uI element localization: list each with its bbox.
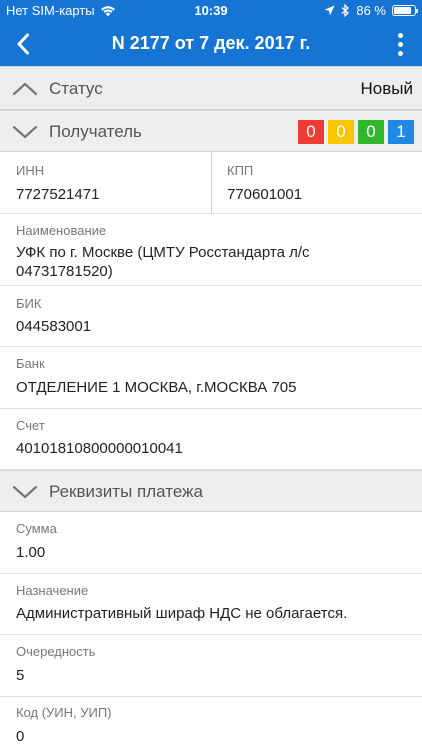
back-button[interactable] (8, 28, 38, 60)
purpose-label: Назначение (16, 583, 89, 598)
name-value: УФК по г. Москве (ЦМТУ Росстандарта л/с … (16, 243, 406, 281)
priority-label: Очередность (16, 644, 96, 659)
purpose-field: Назначение Административный шираф НДС не… (0, 574, 422, 635)
bank-field: Банк ОТДЕЛЕНИЕ 1 МОСКВА, г.МОСКВА 705 (0, 347, 422, 409)
counter-badge: 0 (358, 120, 384, 144)
counter-badge: 0 (328, 120, 354, 144)
chevron-down-icon (12, 125, 38, 139)
purpose-value: Административный шираф НДС не облагается… (16, 605, 348, 622)
status-label: Статус (49, 79, 103, 98)
payment-label: Реквизиты платежа (49, 482, 203, 501)
chevron-left-icon (17, 33, 29, 55)
priority-field: Очередность 5 (0, 635, 422, 697)
payment-section-header[interactable]: Реквизиты платежа (0, 470, 422, 512)
code-field: Код (УИН, УИП) 0 (0, 697, 422, 750)
status-section-header[interactable]: Статус Новый (0, 66, 422, 110)
sum-value: 1.00 (16, 544, 46, 561)
priority-value: 5 (16, 667, 25, 684)
battery-icon (392, 5, 418, 16)
inn-value: 7727521471 (16, 186, 100, 203)
counter-badge: 0 (298, 120, 324, 144)
battery-percent: 86 % (356, 3, 386, 18)
bik-value: 044583001 (16, 318, 92, 335)
more-dot (397, 50, 403, 56)
name-value-line-2: 04731781520) (16, 263, 113, 280)
kpp-label: КПП (227, 163, 254, 178)
chevron-down-icon (12, 485, 38, 499)
counter-badge: 1 (388, 120, 414, 144)
sum-label: Сумма (16, 521, 57, 536)
recipient-label: Получатель (49, 122, 142, 141)
account-field: Счет 40101810800000010041 (0, 409, 422, 470)
bik-field: БИК 044583001 (0, 286, 422, 347)
counter-badges: 0001 (298, 120, 414, 144)
status-value: Новый (360, 79, 413, 98)
name-label: Наименование (16, 223, 107, 238)
sum-field: Сумма 1.00 (0, 512, 422, 574)
more-vertical-icon (397, 32, 403, 38)
more-dot (397, 41, 403, 47)
top-bar: Нет SIM-карты 10:39 86 % N 2177 от 7 дек… (0, 0, 422, 66)
page-title: N 2177 от 7 дек. 2017 г. (111, 33, 311, 53)
account-label: Счет (16, 418, 45, 433)
account-value: 40101810800000010041 (16, 440, 183, 457)
inn-kpp-row: ИНН 7727521471 КПП 770601001 (0, 152, 422, 214)
bank-value: ОТДЕЛЕНИЕ 1 МОСКВА, г.МОСКВА 705 (16, 379, 297, 396)
inn-label: ИНН (16, 163, 45, 178)
recipient-section-header[interactable]: Получатель 0001 (0, 110, 422, 152)
kpp-value: 770601001 (227, 186, 303, 203)
nav-bar: N 2177 от 7 дек. 2017 г. (0, 22, 422, 66)
code-value: 0 (16, 728, 25, 745)
bank-label: Банк (16, 356, 45, 371)
more-menu-button[interactable] (392, 29, 408, 59)
bluetooth-icon (341, 4, 350, 17)
code-label: Код (УИН, УИП) (16, 705, 112, 720)
name-value-line-1: УФК по г. Москве (ЦМТУ Росстандарта л/с (16, 244, 310, 261)
status-bar: Нет SIM-карты 10:39 86 % (0, 0, 422, 22)
bik-label: БИК (16, 296, 42, 311)
chevron-up-icon (12, 82, 38, 96)
location-arrow-icon (324, 5, 335, 16)
name-field: Наименование УФК по г. Москве (ЦМТУ Росс… (0, 214, 422, 286)
